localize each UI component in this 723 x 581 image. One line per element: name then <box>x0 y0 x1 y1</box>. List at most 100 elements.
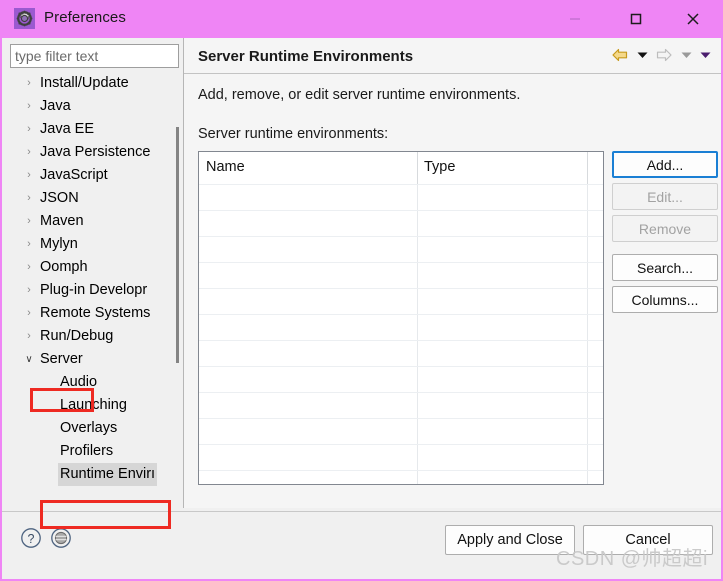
page-title: Server Runtime Environments <box>198 48 414 65</box>
gear-icon <box>14 8 35 29</box>
chevron-right-icon[interactable]: › <box>23 233 35 256</box>
maximize-icon[interactable] <box>613 0 659 38</box>
tree-item[interactable]: Audio <box>10 371 179 394</box>
tree-item[interactable]: ∨ Server <box>10 348 179 371</box>
tree-item[interactable]: › Install/Update <box>10 72 179 95</box>
search-button[interactable]: Search... <box>612 254 718 281</box>
tree-list: › Install/Update › Java › Java EE › Java Persis… <box>10 72 179 486</box>
cell-separator <box>587 289 588 314</box>
chevron-right-icon[interactable]: › <box>23 164 35 187</box>
table-row[interactable] <box>199 210 603 236</box>
tree-item[interactable]: › Run/Debug <box>10 325 179 348</box>
question-mark-icon[interactable]: ? <box>20 527 42 549</box>
columns-button[interactable]: Columns... <box>612 286 718 313</box>
chevron-right-icon[interactable]: › <box>23 187 35 210</box>
table-header-row: Name Type <box>199 152 603 184</box>
tree-item[interactable]: › Plug-in Developr <box>10 279 179 302</box>
tree-item-label: Oomph <box>40 259 88 275</box>
tree-item-label: Runtime Envirı <box>58 463 158 486</box>
tree-item[interactable]: › Maven <box>10 210 179 233</box>
chevron-right-icon[interactable]: › <box>23 325 35 348</box>
cell-separator <box>587 419 588 444</box>
table-row[interactable] <box>199 444 603 470</box>
tree-item[interactable]: Overlays <box>10 417 179 440</box>
cell-separator <box>417 185 418 210</box>
cell-separator <box>587 185 588 210</box>
tree-item-label: Server <box>40 351 83 367</box>
table-row[interactable] <box>199 236 603 262</box>
chevron-right-icon[interactable]: › <box>23 256 35 279</box>
table-column-header[interactable]: Name <box>199 152 417 184</box>
window-title: Preferences <box>44 9 126 26</box>
table-body <box>199 184 603 484</box>
cell-separator <box>587 393 588 418</box>
preference-page: Server Runtime Environments Add, remove,… <box>183 38 721 508</box>
forward-history-chevron-down-icon <box>678 44 694 66</box>
table-row[interactable] <box>199 392 603 418</box>
tree-item[interactable]: › Java EE <box>10 118 179 141</box>
table-row[interactable] <box>199 340 603 366</box>
tree-item[interactable]: Launching <box>10 394 179 417</box>
table-row[interactable] <box>199 184 603 210</box>
table-action-buttons: Add... Edit... Remove Search... Columns... <box>612 151 718 318</box>
runtime-environments-table[interactable]: Name Type <box>198 151 604 485</box>
table-row[interactable] <box>199 366 603 392</box>
chevron-right-icon[interactable]: › <box>23 118 35 141</box>
filter-input[interactable] <box>10 44 179 68</box>
add-button[interactable]: Add... <box>612 151 718 178</box>
view-menu-chevron-down-icon[interactable] <box>697 44 713 66</box>
tree-item[interactable]: › Mylyn <box>10 233 179 256</box>
cell-separator <box>587 211 588 236</box>
chevron-right-icon[interactable]: › <box>23 210 35 233</box>
table-row[interactable] <box>199 418 603 444</box>
minimize-icon[interactable] <box>552 0 598 38</box>
close-icon[interactable] <box>670 0 716 38</box>
tree-item[interactable]: › JavaScript <box>10 164 179 187</box>
tree-item[interactable]: › JSON <box>10 187 179 210</box>
tree-item[interactable]: Runtime Envirı <box>10 463 179 486</box>
tree-item[interactable]: › Oomph <box>10 256 179 279</box>
tree-item[interactable]: Profilers <box>10 440 179 463</box>
table-label: Server runtime environments: <box>198 126 389 142</box>
chevron-right-icon[interactable]: › <box>23 95 35 118</box>
apply-and-close-button[interactable]: Apply and Close <box>445 525 575 555</box>
dialog-body: › Install/Update › Java › Java EE › Java Persis… <box>0 38 723 581</box>
cell-separator <box>417 393 418 418</box>
cell-separator <box>587 263 588 288</box>
tree-item-label: Java Persistence <box>40 144 151 160</box>
remove-button: Remove <box>612 215 718 242</box>
chevron-right-icon[interactable]: › <box>23 141 35 164</box>
table-column-header[interactable] <box>587 152 603 184</box>
dialog-footer: ? Apply and Close Cancel <box>2 511 721 577</box>
tree-vertical-scrollbar[interactable] <box>174 72 179 528</box>
tree-item-label: Install/Update <box>40 75 129 91</box>
chevron-right-icon[interactable]: › <box>23 302 35 325</box>
forward-arrow-icon <box>653 44 675 66</box>
back-arrow-icon[interactable] <box>609 44 631 66</box>
table-row[interactable] <box>199 262 603 288</box>
preferences-tree[interactable]: › Install/Update › Java › Java EE › Java Persis… <box>10 72 179 547</box>
cell-separator <box>417 419 418 444</box>
chevron-right-icon[interactable]: › <box>23 72 35 95</box>
column-separator[interactable] <box>417 152 418 184</box>
chevron-down-icon[interactable]: ∨ <box>23 348 35 371</box>
cancel-button[interactable]: Cancel <box>583 525 713 555</box>
tree-item[interactable]: › Remote Systems <box>10 302 179 325</box>
table-column-header[interactable]: Type <box>417 152 587 184</box>
cell-separator <box>587 237 588 262</box>
table-row[interactable] <box>199 288 603 314</box>
globe-icon[interactable] <box>50 527 72 549</box>
page-header: Server Runtime Environments <box>184 38 721 74</box>
table-row[interactable] <box>199 314 603 340</box>
cell-separator <box>417 237 418 262</box>
column-separator[interactable] <box>587 152 588 184</box>
cell-separator <box>417 315 418 340</box>
tree-item[interactable]: › Java <box>10 95 179 118</box>
tree-item-label: Profilers <box>60 443 114 459</box>
tree-item-label: Maven <box>40 213 84 229</box>
table-row[interactable] <box>199 470 603 484</box>
tree-vertical-scroll-thumb[interactable] <box>176 127 179 363</box>
chevron-right-icon[interactable]: › <box>23 279 35 302</box>
tree-item[interactable]: › Java Persistence <box>10 141 179 164</box>
back-history-chevron-down-icon[interactable] <box>634 44 650 66</box>
